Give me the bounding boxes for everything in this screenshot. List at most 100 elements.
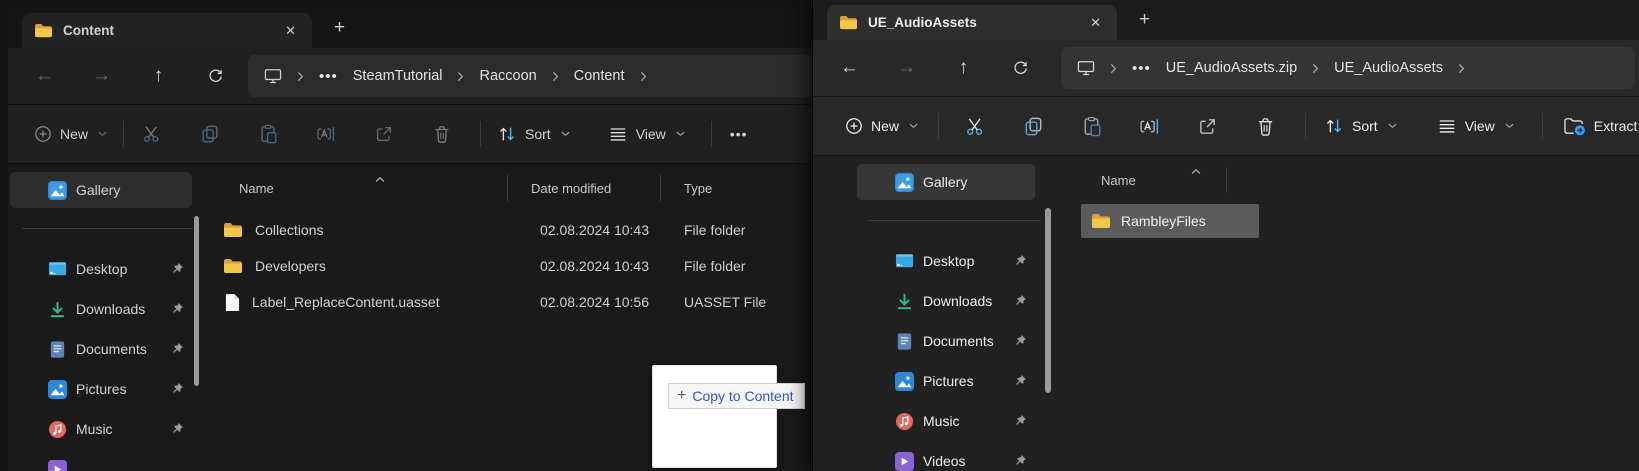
- chevron-down-icon: [561, 131, 570, 137]
- sidebar-item-label: Gallery: [76, 182, 120, 198]
- file-type: File folder: [660, 258, 815, 274]
- address-bar[interactable]: ••• SteamTutorial Raccoon Content: [248, 55, 811, 97]
- breadcrumb-item[interactable]: UE_AudioAssets: [1334, 60, 1443, 76]
- rename-button[interactable]: [304, 124, 348, 144]
- downloads-icon: [895, 292, 914, 311]
- sidebar-item-videos[interactable]: Videos: [857, 443, 1035, 471]
- pin-icon: [171, 262, 184, 275]
- back-button[interactable]: ←: [821, 57, 878, 79]
- column-header-type[interactable]: Type: [660, 174, 815, 202]
- gallery-icon: [895, 173, 914, 192]
- file-row[interactable]: Collections 02.08.2024 10:43 File folder: [205, 212, 815, 248]
- explorer-window-ue-audioassets: UE_AudioAssets ✕ + ← → ↑ ••• UE_AudioAss…: [812, 0, 1639, 471]
- refresh-button[interactable]: [992, 60, 1049, 77]
- address-bar[interactable]: ••• UE_AudioAssets.zip UE_AudioAssets: [1061, 47, 1635, 89]
- forward-button[interactable]: →: [878, 57, 935, 79]
- sidebar-scrollbar[interactable]: [194, 216, 199, 386]
- sidebar-item-videos[interactable]: [10, 451, 192, 471]
- tab-bar: UE_AudioAssets ✕ +: [813, 0, 1639, 40]
- rename-button[interactable]: [1127, 116, 1171, 137]
- file-date: 02.08.2024 10:43: [507, 222, 660, 238]
- copy-button[interactable]: [1011, 116, 1055, 137]
- folder-icon: [1091, 213, 1111, 229]
- pin-icon: [1014, 414, 1027, 427]
- sidebar-item-documents[interactable]: Documents: [10, 331, 192, 367]
- close-tab-icon[interactable]: ✕: [279, 21, 302, 41]
- desktop-icon: [895, 252, 914, 271]
- sort-button[interactable]: Sort: [489, 118, 578, 150]
- sidebar-item-desktop[interactable]: Desktop: [10, 251, 192, 287]
- new-button[interactable]: New: [26, 119, 115, 149]
- file-name: RambleyFiles: [1121, 213, 1206, 229]
- sidebar-item-music[interactable]: Music: [10, 411, 192, 447]
- breadcrumb-item[interactable]: UE_AudioAssets.zip: [1166, 60, 1297, 76]
- pin-icon: [1014, 334, 1027, 347]
- refresh-button[interactable]: [187, 68, 244, 85]
- sidebar-item-gallery[interactable]: Gallery: [857, 164, 1035, 200]
- desktop-stage: Content ✕ + ← → ↑ ••• SteamTutorial Racc…: [0, 0, 1639, 471]
- sidebar-item-desktop[interactable]: Desktop: [857, 243, 1035, 279]
- view-icon: [1437, 116, 1457, 136]
- new-tab-button[interactable]: +: [326, 17, 353, 39]
- sidebar-item-pictures[interactable]: Pictures: [857, 363, 1035, 399]
- breadcrumb-item[interactable]: Raccoon: [479, 68, 536, 84]
- new-button[interactable]: New: [837, 111, 926, 141]
- file-row[interactable]: Label_ReplaceContent.uasset 02.08.2024 1…: [205, 284, 815, 320]
- forward-button[interactable]: →: [73, 65, 130, 87]
- documents-icon: [895, 332, 914, 351]
- navigation-bar: ← → ↑ ••• UE_AudioAssets.zip UE_AudioAss…: [813, 40, 1639, 96]
- drag-tooltip-label: Copy to Content: [692, 388, 793, 404]
- file-row[interactable]: Developers 02.08.2024 10:43 File folder: [205, 248, 815, 284]
- sort-button[interactable]: Sort: [1316, 110, 1405, 142]
- sidebar-item-pictures[interactable]: Pictures: [10, 371, 192, 407]
- sidebar-item-gallery[interactable]: Gallery: [10, 172, 192, 208]
- desktop-icon: [48, 260, 67, 279]
- view-button[interactable]: View: [1429, 110, 1522, 142]
- up-button[interactable]: ↑: [935, 57, 992, 79]
- tab-content[interactable]: Content ✕: [22, 13, 312, 48]
- extract-all-button[interactable]: Extract all: [1555, 110, 1639, 143]
- breadcrumb-item[interactable]: SteamTutorial: [353, 68, 443, 84]
- sort-ascending-icon: [375, 177, 385, 182]
- sidebar-item-music[interactable]: Music: [857, 403, 1035, 439]
- sidebar-scrollbar[interactable]: [1045, 208, 1051, 393]
- column-header-blank: [1226, 166, 1639, 194]
- column-header-date-modified[interactable]: Date modified: [507, 174, 660, 202]
- command-bar: New Sort: [8, 104, 815, 163]
- file-icon: [223, 293, 240, 312]
- delete-button[interactable]: [420, 124, 464, 144]
- file-name: Label_ReplaceContent.uasset: [252, 294, 440, 310]
- new-tab-button[interactable]: +: [1131, 9, 1158, 31]
- back-button[interactable]: ←: [16, 65, 73, 87]
- chevron-right-icon: [1458, 63, 1465, 74]
- share-button[interactable]: [362, 124, 406, 144]
- paste-button[interactable]: [1069, 116, 1113, 137]
- breadcrumb-overflow[interactable]: •••: [1132, 60, 1151, 77]
- column-header-name[interactable]: Name: [1073, 166, 1226, 194]
- sidebar-item-documents[interactable]: Documents: [857, 323, 1035, 359]
- delete-button[interactable]: [1243, 116, 1287, 137]
- sidebar-item-downloads[interactable]: Downloads: [857, 283, 1035, 319]
- column-header-name[interactable]: Name: [215, 174, 507, 202]
- view-button-label: View: [1465, 118, 1495, 134]
- file-row-selected[interactable]: RambleyFiles: [1081, 204, 1259, 238]
- toolbar-separator: [711, 121, 712, 147]
- copy-button[interactable]: [188, 124, 232, 144]
- music-icon: [48, 420, 67, 439]
- sidebar-item-label: Desktop: [923, 253, 974, 269]
- close-tab-icon[interactable]: ✕: [1084, 13, 1107, 33]
- paste-button[interactable]: [246, 124, 290, 144]
- see-more-button[interactable]: •••: [722, 120, 756, 148]
- tab-ue-audioassets[interactable]: UE_AudioAssets ✕: [827, 5, 1117, 40]
- pin-icon: [171, 422, 184, 435]
- share-button[interactable]: [1185, 116, 1229, 137]
- up-button[interactable]: ↑: [130, 65, 187, 87]
- view-button[interactable]: View: [600, 118, 693, 150]
- breadcrumb-item[interactable]: Content: [574, 68, 625, 84]
- breadcrumb-overflow[interactable]: •••: [319, 68, 338, 85]
- cut-button[interactable]: [130, 124, 174, 144]
- pictures-icon: [895, 372, 914, 391]
- cut-button[interactable]: [953, 116, 997, 137]
- this-pc-icon: [264, 68, 282, 84]
- sidebar-item-downloads[interactable]: Downloads: [10, 291, 192, 327]
